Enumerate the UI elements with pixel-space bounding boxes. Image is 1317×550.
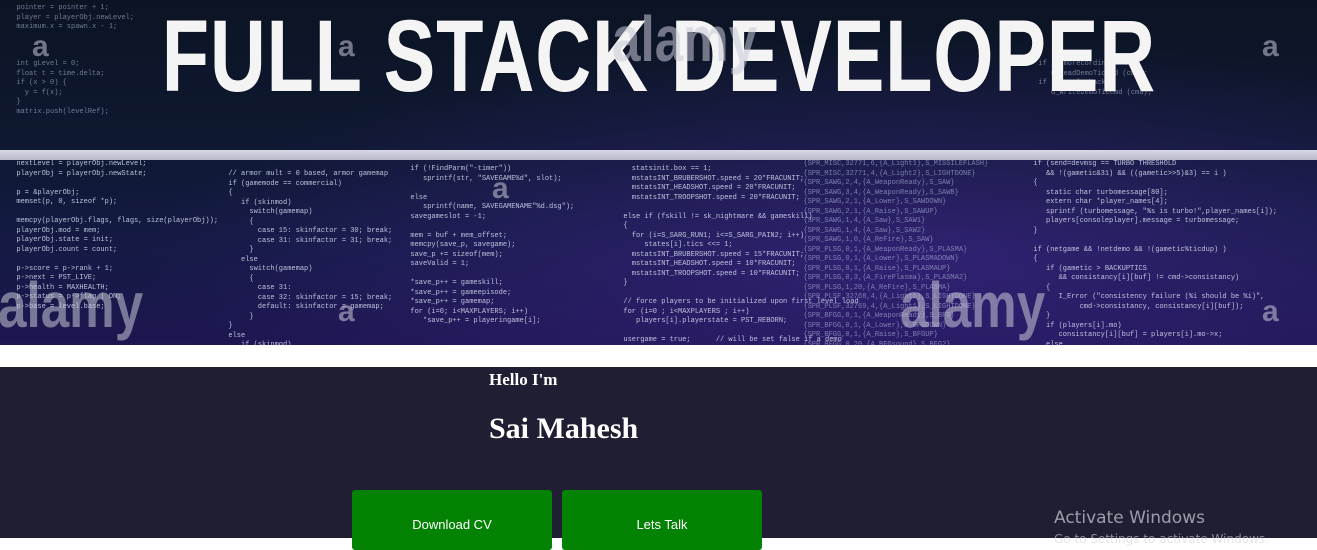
download-cv-button[interactable]: Download CV bbox=[352, 490, 552, 550]
lets-talk-button[interactable]: Lets Talk bbox=[562, 490, 762, 550]
banner-headline: FULL STACK DEVELOPER bbox=[161, 0, 1157, 113]
watermark-letter: a bbox=[1262, 295, 1279, 328]
developer-name: Sai Mahesh bbox=[489, 412, 639, 445]
watermark-letter: a bbox=[338, 295, 355, 328]
watermark-letter: a bbox=[1262, 30, 1279, 63]
activate-windows-subtitle: Go to Settings to activate Windows. bbox=[1054, 532, 1269, 546]
banner-divider-stripe bbox=[0, 150, 1317, 160]
hero-banner-image: pointer = pointer + 1; player = playerOb… bbox=[0, 0, 1317, 345]
intro-section: Hello I'm Sai Mahesh Download CV Lets Ta… bbox=[0, 367, 1317, 550]
activate-windows-title: Activate Windows bbox=[1054, 508, 1205, 528]
watermark-letter: a bbox=[492, 172, 509, 205]
section-gap bbox=[0, 345, 1317, 367]
greeting-text: Hello I'm bbox=[489, 370, 558, 389]
watermark-text: alamy bbox=[0, 269, 144, 341]
watermark-letter: a bbox=[32, 30, 49, 63]
watermark-text: alamy bbox=[900, 269, 1046, 341]
